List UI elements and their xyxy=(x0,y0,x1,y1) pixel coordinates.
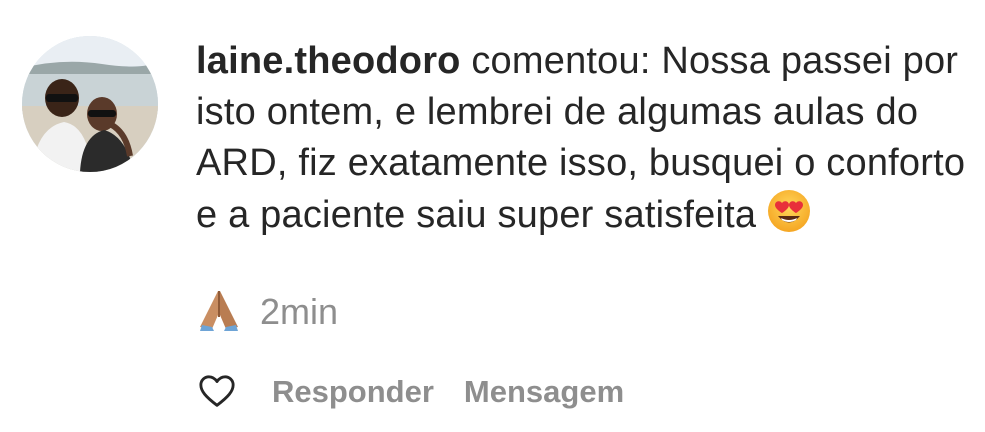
comment-actions: Responder Mensagem xyxy=(196,366,654,418)
reply-button[interactable]: Responder xyxy=(272,374,434,410)
comment: laine.theodoro comentou: Nossa passei po… xyxy=(0,0,985,432)
avatar-photo xyxy=(22,36,158,172)
comment-body: laine.theodoro comentou: Nossa passei po… xyxy=(196,36,966,247)
username[interactable]: laine.theodoro xyxy=(196,40,461,82)
folded-hands-emoji-icon xyxy=(196,287,242,338)
comment-meta: 2min xyxy=(196,286,338,338)
avatar[interactable] xyxy=(22,36,158,172)
timestamp: 2min xyxy=(260,291,339,332)
message-button[interactable]: Mensagem xyxy=(464,374,624,410)
comment-text: laine.theodoro comentou: Nossa passei po… xyxy=(196,36,966,247)
heart-outline-icon[interactable] xyxy=(198,373,236,411)
heart-eyes-emoji-icon xyxy=(767,189,811,247)
